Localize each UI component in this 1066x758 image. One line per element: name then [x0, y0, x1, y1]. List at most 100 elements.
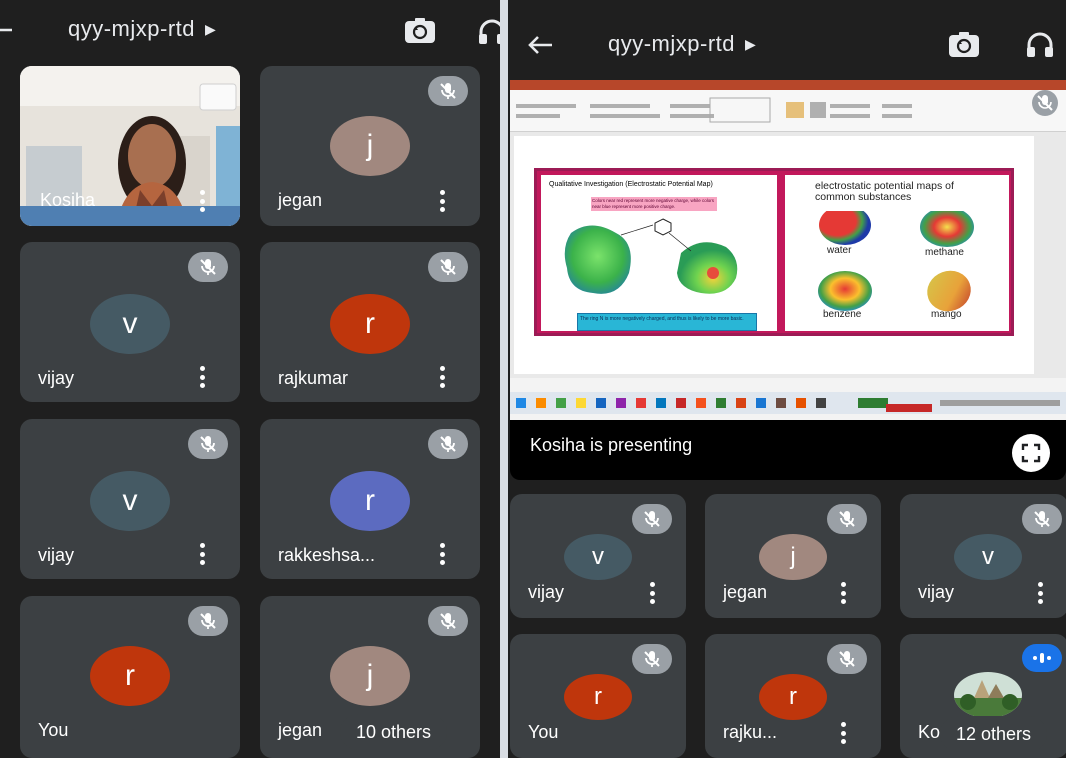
participant-tile[interactable]: v vijay: [20, 419, 240, 579]
fullscreen-icon[interactable]: [1012, 434, 1050, 472]
left-phone-screen: qyy-mjxp-rtd ▶ Kosiha j jegan v vijay r …: [0, 0, 500, 758]
electrostatic-maps-image: [564, 218, 738, 294]
tile-name: jegan: [278, 190, 323, 210]
tile-name: You: [528, 722, 559, 742]
meeting-title[interactable]: qyy-mjxp-rtd ▶: [608, 31, 756, 57]
tile-name: vijay: [38, 545, 75, 565]
more-vert-icon[interactable]: [198, 190, 206, 212]
caret-right-icon: ▶: [745, 35, 756, 52]
tile-name: vijay: [918, 582, 955, 602]
slide: Qualitative Investigation (Electrostatic…: [514, 136, 1034, 374]
mic-off-icon: [428, 429, 468, 459]
tile-name: You: [38, 720, 69, 740]
tile-name: jegan: [278, 720, 323, 740]
participant-tile[interactable]: j jegan: [705, 494, 881, 618]
participant-tile[interactable]: v vijay: [900, 494, 1066, 618]
avatar: j: [759, 534, 827, 580]
avatar: r: [90, 646, 170, 706]
participant-tile-self[interactable]: r You: [510, 634, 686, 758]
slide-frame: Qualitative Investigation (Electrostatic…: [534, 168, 1014, 336]
headphones-icon[interactable]: [1022, 27, 1058, 63]
slide-label-mango: mango: [931, 309, 962, 320]
speaking-indicator-icon: [1022, 644, 1062, 672]
meeting-title[interactable]: qyy-mjxp-rtd ▶: [68, 16, 216, 42]
others-button[interactable]: 10 others: [340, 714, 448, 750]
substance-maps-image: [818, 211, 974, 312]
mic-off-icon: [188, 429, 228, 459]
mic-off-icon: [188, 252, 228, 282]
mic-off-icon: [827, 504, 867, 534]
ppt-titlebar: [510, 80, 1066, 90]
mic-off-icon: [1032, 90, 1058, 116]
more-vert-icon[interactable]: [438, 543, 446, 565]
more-vert-icon[interactable]: [839, 722, 847, 744]
mic-off-icon: [1022, 504, 1062, 534]
camera-flip-icon[interactable]: [946, 27, 982, 63]
headphones-icon[interactable]: [474, 14, 500, 50]
participant-tile[interactable]: v vijay: [20, 242, 240, 402]
avatar: [954, 672, 1022, 718]
tile-name: rajkumar: [278, 368, 349, 388]
more-vert-icon[interactable]: [1036, 582, 1044, 604]
presenting-label: Kosiha is presenting: [530, 435, 693, 455]
slide-right-heading: electrostatic potential maps of common s…: [815, 180, 954, 203]
video-tile-kosiha[interactable]: Kosiha: [20, 66, 240, 226]
participant-tile-self[interactable]: r You: [20, 596, 240, 758]
avatar: r: [759, 674, 827, 720]
back-arrow-icon[interactable]: [522, 27, 558, 63]
right-phone-screen: qyy-mjxp-rtd ▶ Qualitative Investigation…: [508, 0, 1066, 758]
avatar: v: [90, 294, 170, 354]
presentation-view[interactable]: Qualitative Investigation (Electrostatic…: [510, 80, 1066, 480]
participant-tile[interactable]: r rajku...: [705, 634, 881, 758]
more-vert-icon[interactable]: [648, 582, 656, 604]
mic-off-icon: [827, 644, 867, 674]
back-arrow-icon[interactable]: [0, 18, 14, 42]
participant-tile[interactable]: v vijay: [510, 494, 686, 618]
avatar: j: [330, 116, 410, 176]
tile-name: rajku...: [723, 722, 778, 742]
more-vert-icon[interactable]: [438, 366, 446, 388]
caret-right-icon: ▶: [205, 20, 216, 37]
slide-left-panel: Qualitative Investigation (Electrostatic…: [541, 175, 777, 331]
top-bar: qyy-mjxp-rtd ▶: [508, 15, 1066, 75]
participant-tile[interactable]: r rajkumar: [260, 242, 480, 402]
more-vert-icon[interactable]: [438, 190, 446, 212]
slide-label-methane: methane: [925, 247, 964, 258]
more-vert-icon[interactable]: [198, 543, 206, 565]
avatar: j: [330, 646, 410, 706]
slide-left-heading: Qualitative Investigation (Electrostatic…: [549, 181, 713, 188]
slide-pink-note: Colors near red represent more negative …: [591, 197, 717, 211]
shared-screen: Qualitative Investigation (Electrostatic…: [510, 80, 1066, 420]
slide-label-water: water: [827, 245, 852, 256]
avatar: r: [330, 471, 410, 531]
avatar: v: [954, 534, 1022, 580]
avatar: v: [564, 534, 632, 580]
camera-flip-icon[interactable]: [402, 13, 438, 49]
ppt-ribbon: [510, 90, 1066, 132]
tile-name: rakkeshsa...: [278, 545, 376, 565]
mic-off-icon: [632, 504, 672, 534]
more-vert-icon[interactable]: [198, 366, 206, 388]
avatar: r: [330, 294, 410, 354]
windows-taskbar: [510, 392, 1066, 414]
mic-off-icon: [632, 644, 672, 674]
slide-blue-note: The ring N is more negatively charged, a…: [577, 313, 757, 331]
top-bar: qyy-mjxp-rtd ▶: [0, 0, 500, 60]
mic-off-icon: [428, 76, 468, 106]
participant-tile[interactable]: r rakkeshsa...: [260, 419, 480, 579]
tile-name: vijay: [528, 582, 565, 602]
tile-name: vijay: [38, 368, 75, 388]
meeting-code: qyy-mjxp-rtd: [608, 31, 736, 56]
more-vert-icon[interactable]: [839, 582, 847, 604]
tile-name: Kosiha: [40, 190, 96, 210]
mic-off-icon: [188, 606, 228, 636]
avatar: v: [90, 471, 170, 531]
mic-off-icon: [428, 606, 468, 636]
slide-right-panel: electrostatic potential maps of common s…: [785, 175, 1009, 331]
mic-off-icon: [428, 252, 468, 282]
tile-name: jegan: [723, 582, 768, 602]
meeting-code: qyy-mjxp-rtd: [68, 16, 196, 41]
participant-tile[interactable]: j jegan: [260, 66, 480, 226]
avatar: r: [564, 674, 632, 720]
others-button[interactable]: 12 others: [940, 716, 1048, 752]
